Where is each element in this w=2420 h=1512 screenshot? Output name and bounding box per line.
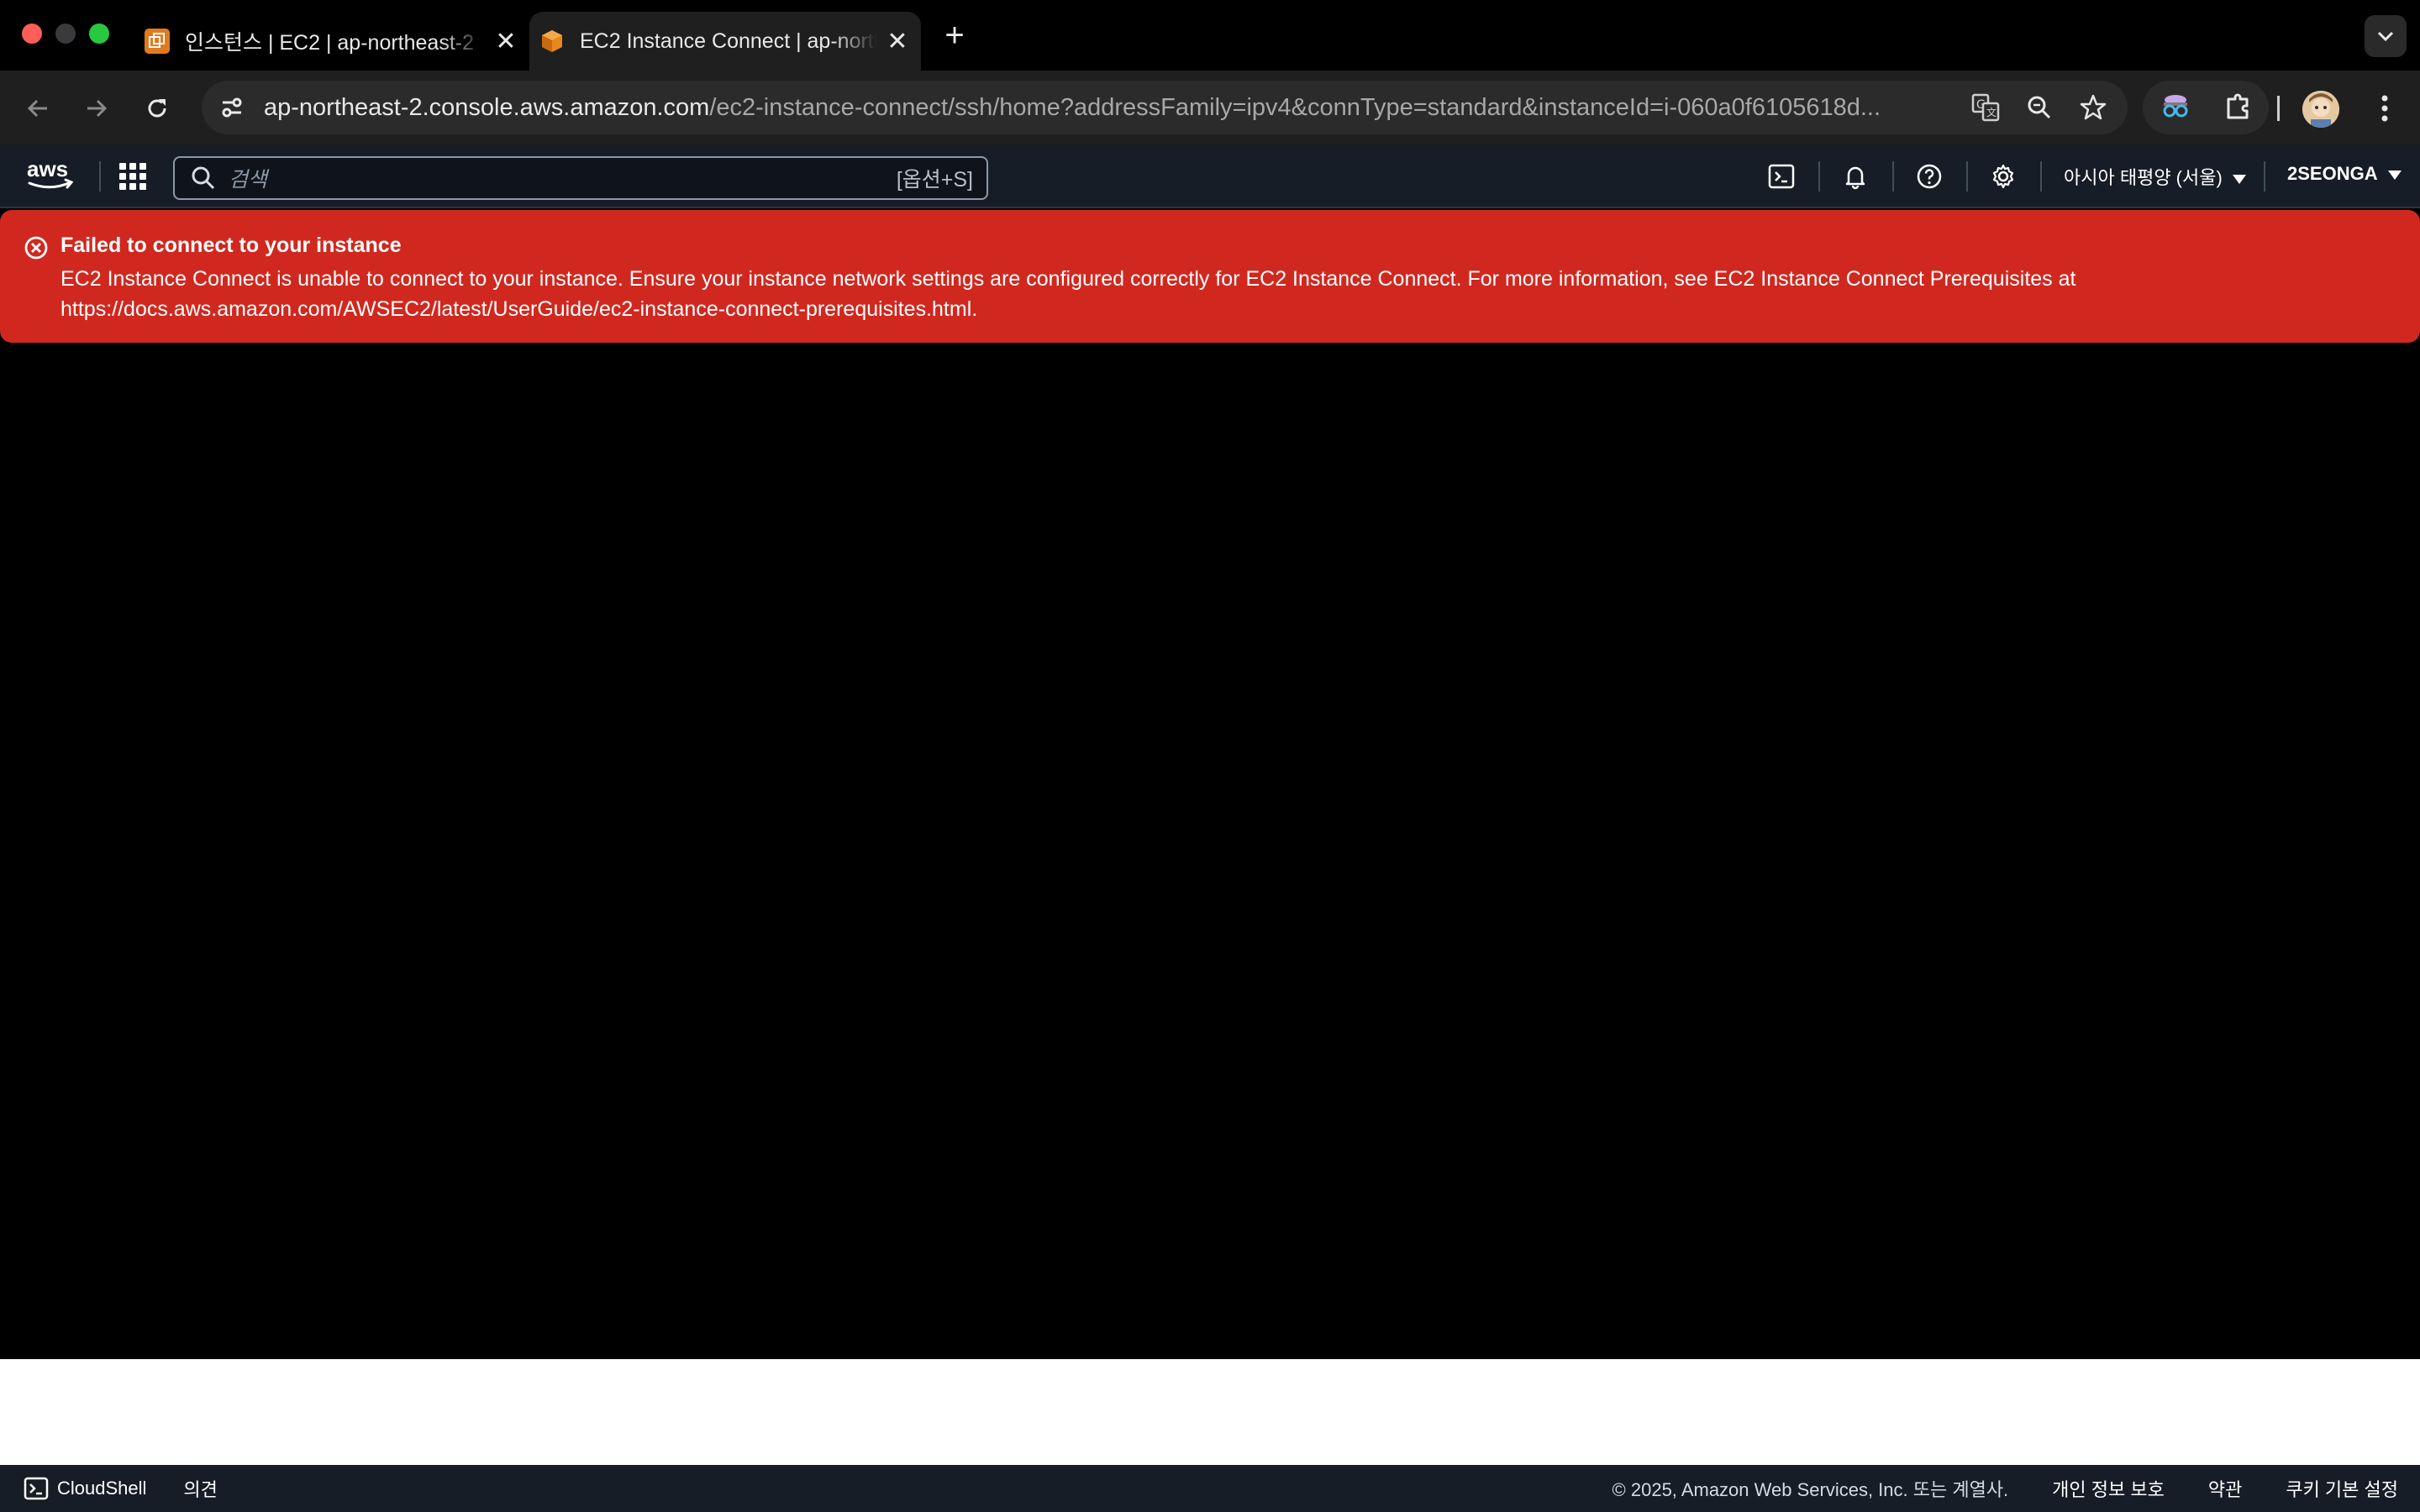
profile-avatar[interactable] — [2302, 91, 2339, 128]
cloudshell-icon — [24, 1477, 49, 1500]
terminal-area[interactable] — [0, 343, 2420, 1359]
header-divider — [2264, 161, 2265, 192]
tab-close-icon[interactable]: ✕ — [882, 26, 913, 56]
gear-icon[interactable] — [1988, 161, 2018, 192]
address-bar[interactable]: ap-northeast-2.console.aws.amazon.com/ec… — [202, 81, 2128, 134]
extensions-pill — [2143, 81, 2269, 134]
browser-tab-strip: 인스턴스 | EC2 | ap-northeast-2 ✕ EC2 Instan… — [0, 0, 2420, 71]
url-path: /ec2-instance-connect/ssh/home?addressFa… — [709, 93, 1881, 121]
forward-button[interactable] — [79, 91, 114, 126]
tab-search-button[interactable] — [2365, 15, 2407, 57]
url-host: ap-northeast-2.console.aws.amazon.com — [264, 93, 710, 121]
search-shortcut-hint: [옵션+S] — [896, 168, 973, 192]
search-icon — [192, 166, 215, 190]
zoom-icon[interactable] — [2020, 88, 2059, 127]
new-tab-button[interactable]: + — [936, 17, 973, 54]
ec2-favicon-icon — [145, 29, 170, 54]
footer-links: © 2025, Amazon Web Services, Inc. 또는 계열사… — [1612, 1465, 2398, 1512]
caret-down-icon — [2387, 170, 2402, 180]
search-placeholder: 검색 — [229, 168, 268, 192]
browser-toolbar: ap-northeast-2.console.aws.amazon.com/ec… — [0, 71, 2420, 144]
incognito-extension-icon[interactable] — [2159, 91, 2192, 125]
services-grid-icon[interactable] — [119, 163, 146, 190]
svg-text:文: 文 — [1986, 106, 1996, 118]
more-vertical-icon — [2381, 95, 2388, 122]
back-button[interactable] — [20, 91, 55, 126]
extensions-puzzle-icon[interactable] — [2223, 91, 2254, 125]
tab-close-icon[interactable]: ✕ — [491, 26, 521, 56]
site-info-icon[interactable] — [215, 91, 249, 124]
feedback-link[interactable]: 의견 — [183, 1475, 217, 1502]
browser-tab-instances[interactable]: 인스턴스 | EC2 | ap-northeast-2 ✕ — [134, 12, 529, 71]
copyright-text: © 2025, Amazon Web Services, Inc. 또는 계열사… — [1612, 1479, 2009, 1500]
browser-tab-instance-connect[interactable]: EC2 Instance Connect | ap-northeast-2 ✕ — [529, 12, 921, 71]
privacy-link[interactable]: 개인 정보 보호 — [2052, 1475, 2165, 1502]
reload-icon — [148, 99, 166, 118]
error-title: Failed to connect to your instance — [60, 234, 402, 257]
window-minimize-button[interactable] — [55, 24, 76, 44]
account-label: 2SEONGA — [2287, 163, 2378, 184]
browser-menu-button[interactable] — [2368, 89, 2402, 128]
url-text[interactable]: ap-northeast-2.console.aws.amazon.com/ec… — [264, 94, 1966, 122]
bookmark-star-icon[interactable] — [2074, 88, 2112, 127]
caret-down-icon — [2232, 174, 2246, 184]
header-divider — [1892, 161, 1894, 192]
window-zoom-button[interactable] — [89, 24, 109, 44]
account-menu[interactable]: 2SEONGA — [2287, 163, 2402, 185]
region-label: 아시아 태평양 (서울) — [2064, 167, 2223, 188]
header-divider — [99, 161, 101, 192]
aws-logo[interactable]: aws — [25, 156, 76, 193]
error-message: EC2 Instance Connect is unable to connec… — [60, 267, 2076, 321]
console-footer: CloudShell 의견 © 2025, Amazon Web Service… — [0, 1465, 2420, 1512]
cloudshell-label: CloudShell — [57, 1478, 147, 1499]
region-selector[interactable]: 아시아 태평양 (서울) — [2064, 163, 2246, 190]
header-divider — [1818, 161, 1820, 192]
error-circle-icon — [24, 236, 48, 260]
arrow-left-icon — [27, 99, 47, 118]
terms-link[interactable]: 약관 — [2208, 1475, 2242, 1502]
reload-button[interactable] — [139, 91, 175, 126]
window-close-button[interactable] — [22, 24, 42, 44]
cookie-preferences-link[interactable]: 쿠키 기본 설정 — [2286, 1475, 2398, 1502]
translate-icon[interactable]: G文 — [1966, 88, 2005, 127]
cloudshell-footer-button[interactable]: CloudShell — [24, 1476, 146, 1501]
chevron-down-icon — [2377, 31, 2394, 42]
help-icon[interactable] — [1914, 161, 1944, 192]
aws-logo-text: aws — [27, 156, 68, 181]
cloudshell-header-icon[interactable] — [1766, 161, 1797, 192]
bell-icon[interactable] — [1840, 161, 1870, 192]
aws-search-input[interactable]: 검색 [옵션+S] — [173, 156, 988, 200]
toolbar-divider — [2277, 96, 2280, 121]
aws-console-header: aws 검색 [옵션+S] 아시아 태평양 (서울) 2SEONGA — [0, 144, 2420, 208]
arrow-right-icon — [87, 99, 108, 118]
header-divider — [1966, 161, 1968, 192]
header-divider — [2040, 161, 2042, 192]
tab-title: EC2 Instance Connect | ap-northeast-2 — [580, 29, 877, 53]
instance-connect-favicon-icon — [539, 29, 565, 54]
content-spacer — [0, 1359, 2420, 1465]
error-banner: Failed to connect to your instance EC2 I… — [0, 210, 2420, 343]
tab-title: 인스턴스 | EC2 | ap-northeast-2 — [185, 31, 475, 55]
